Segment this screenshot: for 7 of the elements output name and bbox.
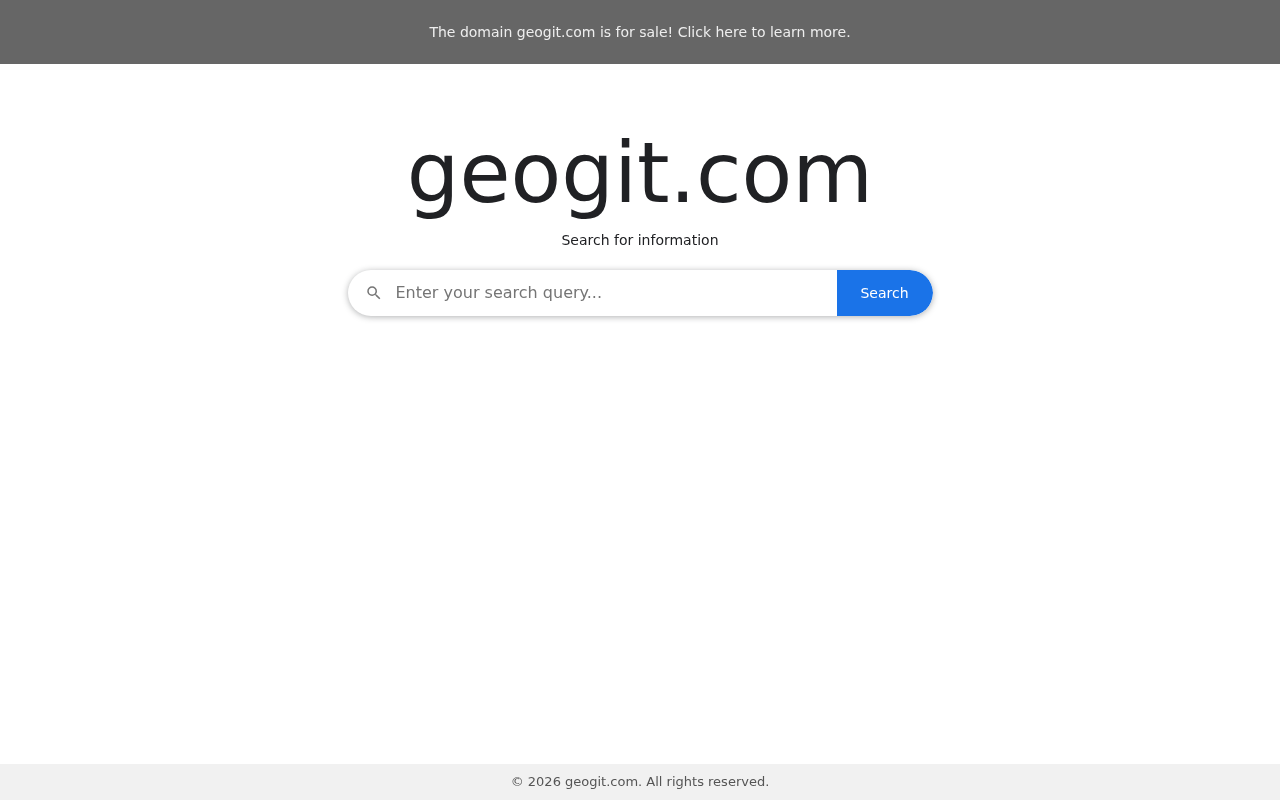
search-input[interactable]: Enter your search query...: [395, 270, 837, 316]
search-icon: [364, 284, 383, 302]
tagline: Search for information: [561, 231, 719, 250]
search-button[interactable]: Search: [836, 270, 933, 316]
copyright-text: © 2026 geogit.com. All rights reserved.: [510, 773, 770, 791]
site-title: geogit.com: [406, 124, 874, 224]
sale-notice-link[interactable]: The domain geogit.com is for sale! Click here to learn more.: [429, 22, 851, 42]
